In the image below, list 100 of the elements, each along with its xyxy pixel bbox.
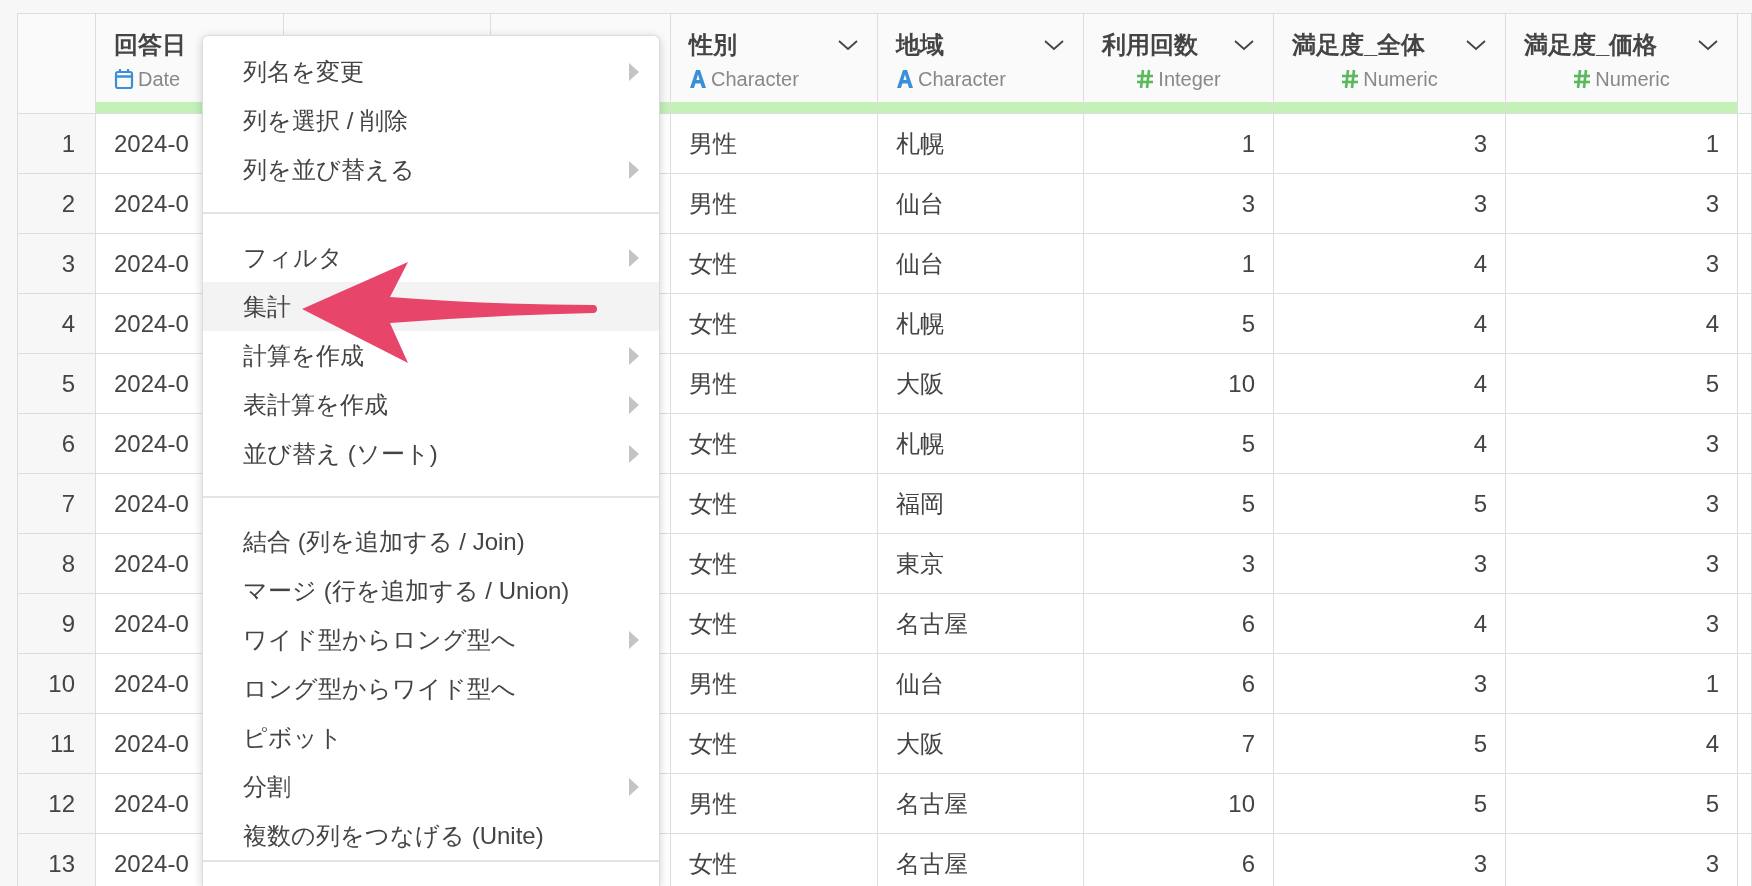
hash-icon bbox=[1341, 69, 1360, 89]
table-cell: 3 bbox=[1084, 174, 1274, 234]
row-number: 1 bbox=[18, 114, 96, 174]
column-name: 利用回数 bbox=[1102, 30, 1198, 60]
table-cell: 福岡 bbox=[878, 474, 1084, 534]
table-cell: 1 bbox=[1506, 114, 1738, 174]
table-cell: 5 bbox=[1274, 714, 1506, 774]
table-cell: 3 bbox=[1506, 474, 1738, 534]
column-type: Character bbox=[711, 67, 799, 91]
table-cell: 3 bbox=[1506, 834, 1738, 886]
table-cell: 5 bbox=[1084, 474, 1274, 534]
row-number: 12 bbox=[18, 774, 96, 834]
table-cell: 10 bbox=[1084, 354, 1274, 414]
table-cell: 名古屋 bbox=[878, 594, 1084, 654]
hash-icon bbox=[1136, 69, 1155, 89]
table-cell: 5 bbox=[1506, 354, 1738, 414]
table-cell: 札幌 bbox=[878, 294, 1084, 354]
table-cell: 3 bbox=[1506, 534, 1738, 594]
table-cell: 1 bbox=[1506, 654, 1738, 714]
table-cell: 大阪 bbox=[878, 354, 1084, 414]
table-cell: 3 bbox=[1274, 114, 1506, 174]
table-cell bbox=[1738, 174, 1752, 234]
table-cell: 7 bbox=[1084, 714, 1274, 774]
table-cell: 3 bbox=[1084, 534, 1274, 594]
table-cell: 3 bbox=[1506, 234, 1738, 294]
row-number: 6 bbox=[18, 414, 96, 474]
table-cell: 男性 bbox=[671, 174, 878, 234]
column-name: 満足度_価格 bbox=[1524, 30, 1658, 60]
row-number: 4 bbox=[18, 294, 96, 354]
row-number: 7 bbox=[18, 474, 96, 534]
table-cell: 札幌 bbox=[878, 414, 1084, 474]
table-cell bbox=[1738, 834, 1752, 886]
table-cell: 5 bbox=[1506, 774, 1738, 834]
table-cell: 3 bbox=[1506, 594, 1738, 654]
table-cell: 名古屋 bbox=[878, 834, 1084, 886]
table-cell: 女性 bbox=[671, 234, 878, 294]
row-number: 8 bbox=[18, 534, 96, 594]
table-cell: 5 bbox=[1084, 414, 1274, 474]
table-cell: 4 bbox=[1274, 234, 1506, 294]
table-cell: 女性 bbox=[671, 714, 878, 774]
table-cell: 仙台 bbox=[878, 234, 1084, 294]
row-number: 3 bbox=[18, 234, 96, 294]
column-header[interactable]: 満足度_価格 Numeric bbox=[1506, 14, 1738, 114]
column-name: 地域 bbox=[896, 30, 944, 60]
table-cell: 男性 bbox=[671, 774, 878, 834]
table-cell: 女性 bbox=[671, 534, 878, 594]
table-cell: 男性 bbox=[671, 354, 878, 414]
table-cell bbox=[1738, 234, 1752, 294]
table-cell: 4 bbox=[1274, 294, 1506, 354]
table-cell: 1 bbox=[1084, 234, 1274, 294]
column-name: 満足度_全体 bbox=[1292, 30, 1426, 60]
table-cell: 男性 bbox=[671, 114, 878, 174]
table-cell: 5 bbox=[1274, 474, 1506, 534]
row-number: 11 bbox=[18, 714, 96, 774]
table-cell: 4 bbox=[1274, 354, 1506, 414]
row-number: 10 bbox=[18, 654, 96, 714]
row-number: 2 bbox=[18, 174, 96, 234]
column-name: 性別 bbox=[689, 30, 737, 60]
table-cell: 5 bbox=[1274, 774, 1506, 834]
table-cell: 女性 bbox=[671, 474, 878, 534]
table-cell: 6 bbox=[1084, 654, 1274, 714]
table-cell: 仙台 bbox=[878, 174, 1084, 234]
table-cell: 名古屋 bbox=[878, 774, 1084, 834]
letter-icon bbox=[896, 69, 914, 89]
table-cell: 3 bbox=[1506, 174, 1738, 234]
column-name: 回答日 bbox=[114, 30, 186, 60]
table-cell bbox=[1738, 654, 1752, 714]
table-cell: 4 bbox=[1506, 714, 1738, 774]
row-number: 9 bbox=[18, 594, 96, 654]
table-cell bbox=[1738, 474, 1752, 534]
column-type: Numeric bbox=[1595, 67, 1670, 91]
table-cell bbox=[1738, 714, 1752, 774]
column-type: Numeric bbox=[1363, 67, 1438, 91]
table-cell: 4 bbox=[1506, 294, 1738, 354]
column-type: Integer bbox=[1158, 67, 1221, 91]
table-cell bbox=[1738, 354, 1752, 414]
column-header[interactable]: 地域 Character bbox=[878, 14, 1084, 114]
row-number: 5 bbox=[18, 354, 96, 414]
table-cell: 男性 bbox=[671, 654, 878, 714]
table-cell: 札幌 bbox=[878, 114, 1084, 174]
letter-icon bbox=[689, 69, 707, 89]
hash-icon bbox=[1573, 69, 1592, 89]
table-cell: 東京 bbox=[878, 534, 1084, 594]
column-header[interactable]: 満足度_全体 Numeric bbox=[1274, 14, 1506, 114]
table-cell: 女性 bbox=[671, 294, 878, 354]
column-type: Date bbox=[138, 67, 181, 91]
column-header[interactable]: 利用回数 Integer bbox=[1084, 14, 1274, 114]
table-cell bbox=[1738, 114, 1752, 174]
table-cell: 6 bbox=[1084, 594, 1274, 654]
table-cell: 3 bbox=[1274, 534, 1506, 594]
table-cell bbox=[1738, 414, 1752, 474]
table-cell: 4 bbox=[1274, 414, 1506, 474]
table-cell: 5 bbox=[1084, 294, 1274, 354]
table-cell: 3 bbox=[1274, 174, 1506, 234]
table-cell: 仙台 bbox=[878, 654, 1084, 714]
table-cell: 女性 bbox=[671, 834, 878, 886]
table-cell: 3 bbox=[1506, 414, 1738, 474]
column-header[interactable]: 性別 Character bbox=[671, 14, 878, 114]
table-cell: 大阪 bbox=[878, 714, 1084, 774]
calendar-icon bbox=[114, 68, 134, 90]
